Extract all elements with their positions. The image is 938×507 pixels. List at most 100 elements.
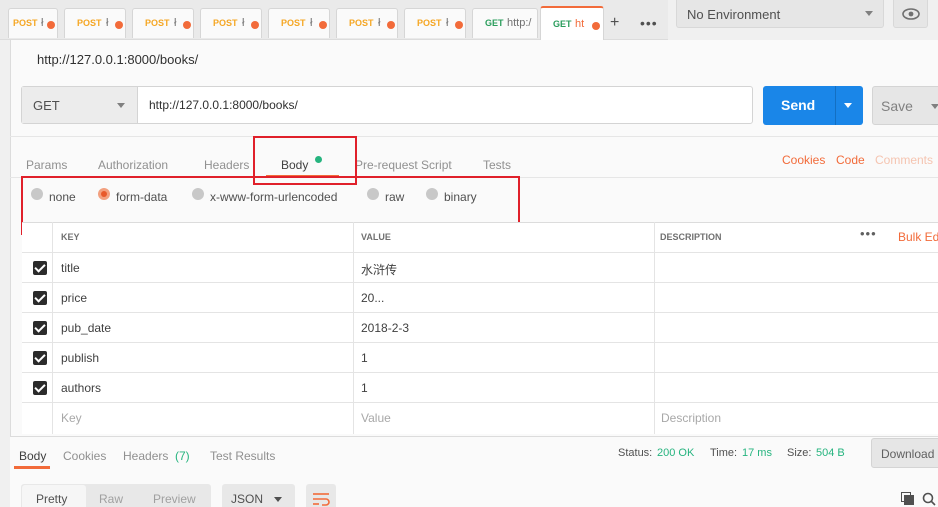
unsaved-dot-icon	[47, 21, 55, 29]
save-button[interactable]: Save	[872, 86, 938, 125]
column-header-key: KEY	[61, 232, 80, 242]
tab-method: POST	[13, 18, 38, 28]
send-button[interactable]: Send	[763, 86, 863, 125]
unsaved-dot-icon	[251, 21, 259, 29]
download-label: Download	[881, 447, 935, 461]
size-value: 504 B	[816, 447, 845, 459]
tab-url: ł	[174, 17, 177, 29]
row-checkbox[interactable]	[33, 321, 47, 335]
copy-icon[interactable]	[901, 492, 915, 506]
code-link[interactable]: Code	[836, 153, 865, 167]
more-tabs-icon[interactable]: •••	[640, 15, 658, 31]
request-tab[interactable]: POST ł	[200, 8, 262, 38]
unsaved-dot-icon	[387, 21, 395, 29]
url-bar: GET http://127.0.0.1:8000/books/	[21, 86, 753, 124]
tab-url: ł	[446, 17, 449, 29]
method-label: GET	[33, 98, 60, 113]
unsaved-dot-icon	[319, 21, 327, 29]
eye-icon	[902, 8, 920, 20]
tab-url: ht	[575, 18, 585, 30]
row-value[interactable]: 1	[361, 351, 368, 365]
url-input[interactable]: http://127.0.0.1:8000/books/	[149, 98, 298, 112]
row-checkbox[interactable]	[33, 261, 47, 275]
chevron-down-icon[interactable]	[844, 103, 852, 108]
request-tab[interactable]: POST ł	[64, 8, 126, 38]
row-checkbox[interactable]	[33, 291, 47, 305]
tab-method: POST	[417, 18, 442, 28]
tab-authorization[interactable]: Authorization	[98, 158, 168, 172]
tab-pre-request-script[interactable]: Pre-request Script	[355, 158, 452, 172]
row-checkbox[interactable]	[33, 351, 47, 365]
language-select[interactable]: JSON	[222, 484, 295, 507]
unsaved-dot-icon	[183, 21, 191, 29]
comments-link[interactable]: Comments	[875, 153, 933, 167]
time-label: Time:	[710, 447, 738, 459]
row-divider	[22, 312, 938, 313]
new-description-input[interactable]: Description	[661, 411, 721, 425]
row-key[interactable]: title	[61, 261, 80, 275]
tab-params[interactable]: Params	[26, 158, 67, 172]
tab-headers[interactable]: Headers	[204, 158, 249, 172]
environment-quick-look-button[interactable]	[893, 0, 928, 28]
format-pretty[interactable]: Pretty	[36, 492, 67, 506]
tab-url: ł	[41, 17, 44, 29]
new-tab-icon[interactable]: +	[610, 15, 619, 31]
status-value: 200 OK	[657, 447, 695, 459]
row-divider	[22, 252, 938, 253]
response-headers-count: (7)	[175, 449, 190, 463]
chevron-down-icon	[865, 11, 873, 16]
tab-method: POST	[77, 18, 102, 28]
environment-label: No Environment	[687, 7, 781, 22]
tab-tests[interactable]: Tests	[483, 158, 511, 172]
download-button[interactable]: Download	[871, 438, 938, 468]
bulk-edit-link[interactable]: Bulk Ed	[898, 230, 938, 244]
wrap-lines-button[interactable]	[306, 484, 336, 507]
request-tab[interactable]: POST ł	[132, 8, 194, 38]
row-key[interactable]: publish	[61, 351, 99, 365]
method-select[interactable]: GET	[22, 87, 138, 123]
tab-url: ł	[242, 17, 245, 29]
tab-method: POST	[145, 18, 170, 28]
row-value[interactable]: 2018-2-3	[361, 321, 409, 335]
tab-url: ł	[106, 17, 109, 29]
response-tab-test-results[interactable]: Test Results	[210, 449, 275, 463]
row-key[interactable]: pub_date	[61, 321, 111, 335]
response-tab-body[interactable]: Body	[19, 449, 46, 463]
size-label: Size:	[787, 447, 812, 459]
response-tab-cookies[interactable]: Cookies	[63, 449, 106, 463]
format-preview[interactable]: Preview	[153, 492, 196, 506]
request-tab[interactable]: POST ł	[336, 8, 398, 38]
search-icon[interactable]	[922, 492, 936, 506]
request-name[interactable]: http://127.0.0.1:8000/books/	[37, 52, 198, 67]
format-raw[interactable]: Raw	[99, 492, 123, 506]
row-key[interactable]: authors	[61, 381, 101, 395]
request-tab[interactable]: POST ł	[8, 8, 58, 38]
unsaved-dot-icon	[455, 21, 463, 29]
unsaved-dot-icon	[115, 21, 123, 29]
column-header-description: DESCRIPTION	[660, 232, 722, 242]
send-divider	[835, 86, 836, 125]
row-divider	[22, 372, 938, 373]
row-key[interactable]: price	[61, 291, 87, 305]
tab-method: POST	[213, 18, 238, 28]
row-checkbox[interactable]	[33, 381, 47, 395]
chevron-down-icon[interactable]	[931, 104, 938, 109]
chevron-down-icon	[117, 103, 125, 108]
row-value[interactable]: 20...	[361, 291, 384, 305]
row-value[interactable]: 水浒传	[361, 261, 397, 278]
request-tab[interactable]: POST ł	[404, 8, 466, 38]
row-divider	[22, 342, 938, 343]
request-tab-active[interactable]: GET ht	[540, 6, 604, 40]
row-value[interactable]: 1	[361, 381, 368, 395]
new-key-input[interactable]: Key	[61, 411, 82, 425]
new-value-input[interactable]: Value	[361, 411, 391, 425]
response-tab-underline	[14, 466, 50, 469]
cookies-link[interactable]: Cookies	[782, 153, 825, 167]
response-tab-headers[interactable]: Headers	[123, 449, 168, 463]
environment-select[interactable]: No Environment	[676, 0, 884, 28]
request-tab[interactable]: POST ł	[268, 8, 330, 38]
column-header-value: VALUE	[361, 232, 391, 242]
table-options-icon[interactable]: •••	[860, 226, 877, 241]
request-tab[interactable]: GET http:/	[472, 8, 538, 38]
tab-method: POST	[349, 18, 374, 28]
